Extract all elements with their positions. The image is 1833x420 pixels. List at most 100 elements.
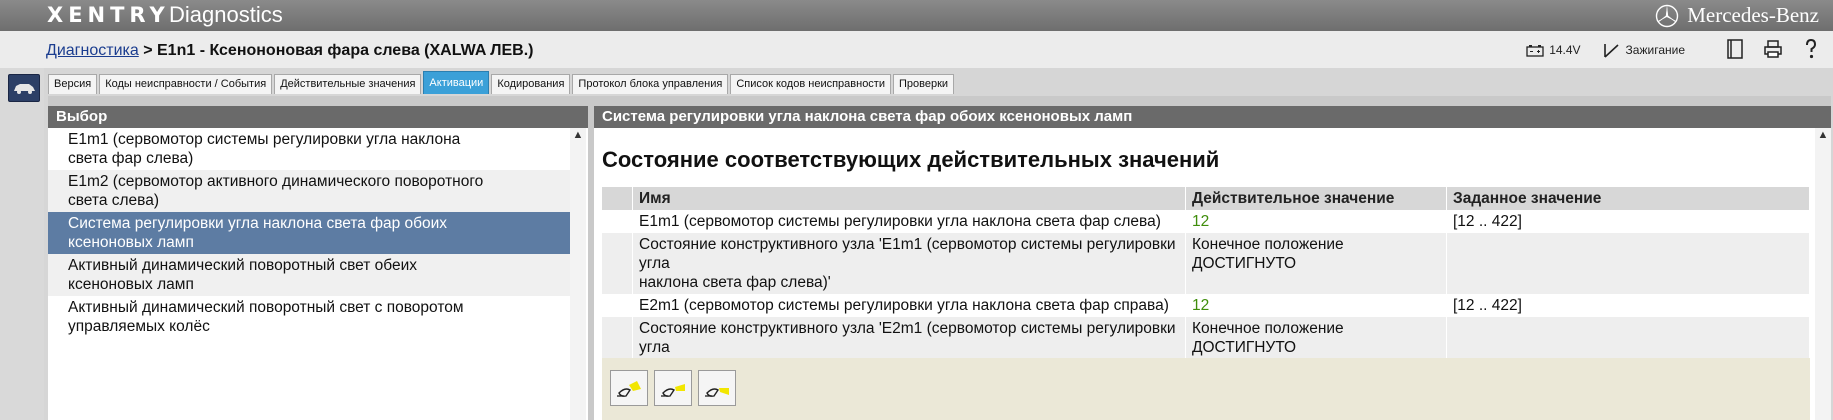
tab-7[interactable]: Проверки [893,74,955,94]
tab-bar: Версия Коды неисправности / События Действ… [48,71,956,96]
list-item-line: ксеноновых ламп [68,276,194,293]
cell-actual-text: ДОСТИГНУТО [1192,339,1297,356]
cell-actual-text: Конечное положение [1192,320,1344,337]
column-actual: Действительное значение [1185,187,1447,210]
cell-actual-text: Конечное положение [1192,236,1344,253]
breadcrumb: Диагностика > E1n1 - Ксенононовая фара с… [46,42,533,60]
actual-values-panel: Система регулировки угла наклона света ф… [594,106,1831,420]
cell-name-text: E1m1 (сервомотор системы регулировки угл… [639,213,1161,230]
tab-0[interactable]: Версия [48,74,98,94]
header: Диагностика > E1n1 - Ксенононовая фара с… [0,31,1833,68]
cell-target: [12 .. 422] [1446,294,1810,317]
maker-name: Mercedes-Benz [1687,3,1819,27]
actual-values-table: Имя Действительное значение Заданное зна… [602,187,1810,378]
selection-header: Выбор [48,106,588,128]
cell-target-text: [12 .. 422] [1453,297,1522,314]
activation-button-bar [602,358,1810,420]
mercedes-logo: Mercedes-Benz [1655,3,1819,28]
ignition-key-icon [1603,44,1619,58]
cell-actual: 12 [1185,210,1447,233]
tab-5[interactable]: Протокол блока управления [572,74,729,94]
column-marker [602,187,633,210]
activation-button-1[interactable] [654,370,692,406]
app-brand: XENTRY [47,3,170,27]
panel-header: Система регулировки угла наклона света ф… [594,106,1831,128]
row-marker [602,233,633,294]
vehicle-button[interactable] [8,74,40,102]
scroll-up-icon[interactable]: ▲ [570,128,586,142]
row-marker [602,210,633,233]
ignition-label: Зажигание [1625,43,1685,57]
row-marker [602,294,633,317]
cell-name: E1m1 (сервомотор системы регулировки угл… [632,210,1186,233]
car-icon [14,84,35,94]
tab-1[interactable]: Коды неисправности / События [99,74,273,94]
left-toolbar [0,68,44,420]
tab-3[interactable]: Активации [423,71,490,94]
help-icon[interactable] [1801,38,1821,60]
cell-actual: Конечное положение ДОСТИГНУТО [1185,233,1447,294]
cell-name: E2m1 (сервомотор системы регулировки угл… [632,294,1186,317]
cell-actual-text: ДОСТИГНУТО [1192,255,1297,272]
list-item[interactable]: Система регулировки угла наклона света ф… [48,212,570,254]
ignition-status: Зажигание [1603,42,1685,58]
battery-voltage: 14.4V [1549,43,1581,57]
list-item-line: E1m1 (сервомотор системы регулировки угл… [68,131,461,148]
list-item-line: управляемых колёс [68,318,210,335]
tab-4[interactable]: Кодирования [491,74,571,94]
app-name: Diagnostics [169,2,283,27]
scroll-up-icon[interactable]: ▲ [1815,128,1831,142]
activation-button-2[interactable] [698,370,736,406]
header-tools [1725,38,1821,60]
battery-icon [1526,44,1544,57]
list-item[interactable]: E1m1 (сервомотор системы регулировки угл… [48,128,570,170]
values-scrollbar[interactable]: ▲ [1815,128,1831,420]
list-item-line: света фар слева) [68,150,194,167]
table-row: Состояние конструктивного узла 'E1m1 (се… [602,233,1810,294]
tab-6[interactable]: Список кодов неисправности [730,74,891,94]
manual-book-icon[interactable] [1725,38,1745,60]
cell-name-text: Состояние конструктивного узла 'E2m1 (се… [639,320,1176,356]
list-item[interactable]: Активный динамический поворотный свет об… [48,254,570,296]
cell-name-text: E2m1 (сервомотор системы регулировки угл… [639,297,1169,314]
column-name: Имя [632,187,1186,210]
table-row: E1m1 (сервомотор системы регулировки угл… [602,210,1810,233]
list-item[interactable]: E1m2 (сервомотор активного динамического… [48,170,570,212]
cell-actual: 12 [1185,294,1447,317]
table-row: E2m1 (сервомотор системы регулировки угл… [602,294,1810,317]
cell-name-text: наклона света фар слева)' [639,274,831,291]
cell-actual-text: 12 [1192,297,1210,314]
column-target: Заданное значение [1446,187,1810,210]
tab-2[interactable]: Действительные значения [274,74,422,94]
selection-panel: Выбор E1m1 (сервомотор системы регулиров… [48,106,588,420]
content-area: Выбор E1m1 (сервомотор системы регулиров… [48,96,1831,420]
title-bar: XENTRY Diagnostics Mercedes-Benz [0,0,1833,31]
headlamp-beam-up-icon [617,381,641,397]
breadcrumb-diagnostics-link[interactable]: Диагностика [46,42,139,59]
list-item-line: E1m2 (сервомотор активного динамического… [68,173,484,190]
table-header-row: Имя Действительное значение Заданное зна… [602,187,1810,210]
list-item-line: Система регулировки угла наклона света ф… [68,215,448,232]
list-item-line: Активный динамический поворотный свет с … [68,299,464,316]
print-icon[interactable] [1763,38,1783,60]
selection-list: E1m1 (сервомотор системы регулировки угл… [48,128,570,338]
cell-name: Состояние конструктивного узла 'E1m1 (се… [632,233,1186,294]
mercedes-star-icon [1656,4,1679,27]
headlamp-beam-down-icon [705,388,729,397]
activation-button-0[interactable] [610,370,648,406]
battery-status: 14.4V [1526,43,1581,57]
status-area: 14.4V Зажигание [1526,42,1685,58]
breadcrumb-separator: > [138,42,157,59]
list-item-line: света слева) [68,192,160,209]
cell-target: [12 .. 422] [1446,210,1810,233]
headlamp-beam-mid-icon [661,384,685,397]
cell-actual-text: 12 [1192,213,1210,230]
section-title: Состояние соответствующих действительных… [602,147,1220,172]
list-item[interactable]: Активный динамический поворотный свет с … [48,296,570,338]
cell-target-text: [12 .. 422] [1453,213,1522,230]
cell-name-text: Состояние конструктивного узла 'E1m1 (се… [639,236,1176,272]
cell-target [1446,233,1810,294]
list-item-line: Активный динамический поворотный свет об… [68,257,418,274]
list-item-line: ксеноновых ламп [68,234,194,251]
selection-scrollbar[interactable]: ▲ [570,128,586,420]
